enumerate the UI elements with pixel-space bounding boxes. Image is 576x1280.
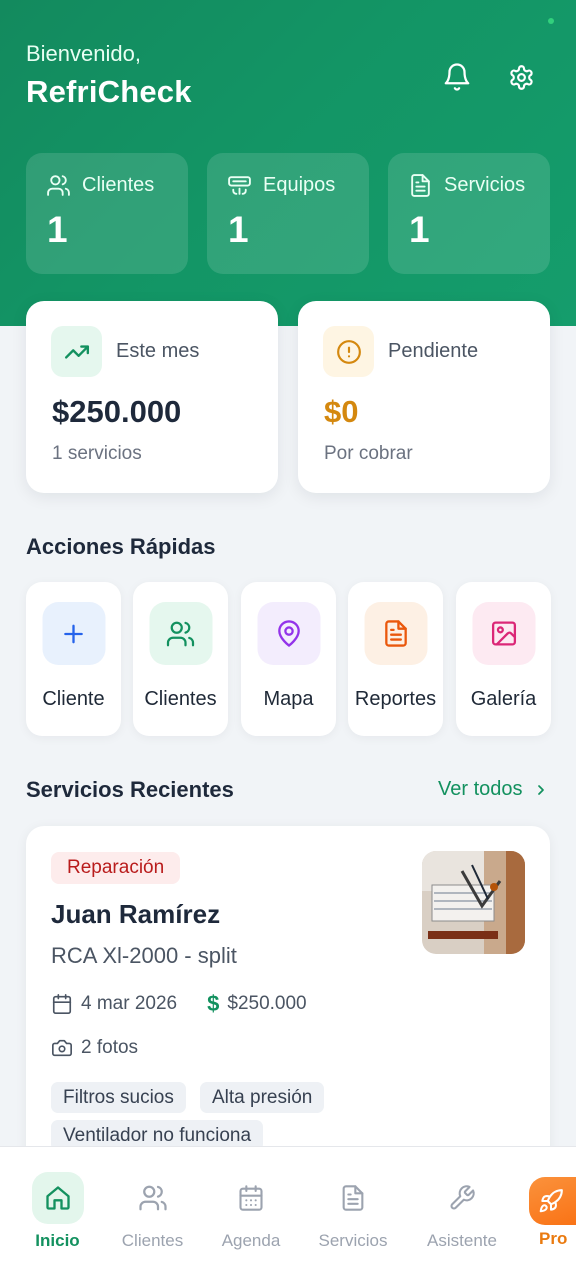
quick-action-label: Cliente — [42, 688, 105, 710]
see-all-link[interactable]: Ver todos — [438, 778, 549, 801]
rocket-icon — [539, 1189, 563, 1213]
report-icon — [384, 620, 407, 647]
stat-card-clientes[interactable]: Clientes 1 — [26, 153, 188, 274]
stat-value: 1 — [228, 209, 249, 250]
service-equipment: RCA Xl-2000 - split — [51, 943, 237, 968]
service-tag: Filtros sucios — [51, 1082, 186, 1113]
service-tag: Alta presión — [200, 1082, 325, 1113]
quick-action-label: Reportes — [354, 688, 437, 710]
map-pin-icon — [277, 620, 300, 647]
summary-card-pending[interactable]: Pendiente $0 Por cobrar — [298, 301, 550, 493]
image-icon-wrap — [472, 602, 535, 665]
users-icon-wrap — [149, 602, 212, 665]
plus-icon — [64, 624, 83, 643]
recent-services-title: Servicios Recientes — [26, 777, 234, 802]
see-all-label: Ver todos — [438, 778, 523, 800]
alert-icon-wrap — [323, 326, 374, 377]
air-conditioner-icon — [228, 176, 251, 195]
quick-action-label: Mapa — [263, 688, 314, 710]
pro-button[interactable] — [529, 1177, 576, 1225]
calendar-icon — [239, 1185, 263, 1211]
nav-clientes[interactable]: Clientes — [115, 1147, 190, 1280]
quick-action-gallery[interactable]: Galería — [456, 582, 551, 736]
settings-button[interactable] — [502, 58, 540, 96]
nav-asistente[interactable]: Asistente — [420, 1147, 504, 1280]
users-icon — [166, 621, 195, 646]
quick-action-map[interactable]: Mapa — [241, 582, 336, 736]
nav-label: Inicio — [35, 1231, 80, 1250]
app-name: RefriCheck — [26, 74, 192, 109]
service-type-badge: Reparación — [51, 852, 181, 884]
quick-action-clients[interactable]: Clientes — [133, 582, 228, 736]
calendar-icon — [52, 994, 72, 1014]
stat-value: 1 — [409, 209, 430, 250]
trending-up-icon-wrap — [51, 326, 102, 377]
quick-action-label: Clientes — [144, 688, 217, 710]
image-icon — [491, 621, 516, 646]
notifications-button[interactable] — [438, 58, 476, 96]
header-banner: Bienvenido, RefriCheck Clientes 1 Equipo… — [0, 0, 576, 326]
summary-amount: $0 — [324, 394, 359, 429]
plus-icon-wrap — [42, 602, 105, 665]
pro-label: Pro — [539, 1229, 568, 1248]
stat-label: Clientes — [82, 174, 155, 196]
bell-icon — [444, 63, 470, 91]
summary-subtitle: 1 servicios — [52, 443, 142, 464]
service-card[interactable]: Reparación Juan Ramírez RCA Xl-2000 - sp… — [26, 826, 550, 1186]
service-client-name: Juan Ramírez — [51, 899, 221, 929]
service-photos: 2 fotos — [51, 1037, 138, 1059]
stat-card-servicios[interactable]: Servicios 1 — [388, 153, 550, 274]
chevron-right-icon — [537, 784, 544, 795]
summary-card-month[interactable]: Este mes $250.000 1 servicios — [26, 301, 278, 493]
nav-label: Agenda — [221, 1231, 281, 1250]
service-meta: 4 mar 2026 $ $250.000 — [51, 991, 307, 1017]
status-dot — [548, 18, 554, 24]
wrench-icon — [450, 1185, 475, 1210]
gear-icon — [509, 64, 533, 90]
nav-label: Asistente — [427, 1231, 497, 1250]
greeting: Bienvenido, — [26, 41, 141, 66]
service-photo-thumbnail[interactable] — [422, 851, 525, 954]
users-icon — [47, 175, 70, 196]
map-icon-wrap — [257, 602, 320, 665]
stat-label: Equipos — [263, 174, 336, 196]
summary-title: Pendiente — [388, 340, 479, 362]
camera-icon — [52, 1039, 72, 1057]
document-icon — [342, 1185, 364, 1211]
report-icon-wrap — [364, 602, 427, 665]
service-date: 4 mar 2026 — [81, 993, 178, 1014]
alert-circle-icon — [336, 339, 361, 364]
summary-title: Este mes — [116, 340, 200, 362]
quick-actions-title: Acciones Rápidas — [26, 534, 216, 559]
trending-up-icon — [64, 344, 89, 359]
nav-label: Clientes — [121, 1231, 184, 1250]
stat-label: Servicios — [444, 174, 526, 196]
summary-amount: $250.000 — [52, 394, 182, 429]
nav-label: Servicios — [318, 1231, 388, 1250]
summary-subtitle: Por cobrar — [324, 443, 413, 464]
stat-value: 1 — [47, 209, 68, 250]
quick-action-new-client[interactable]: Cliente — [26, 582, 121, 736]
home-icon — [45, 1186, 70, 1210]
stat-card-equipos[interactable]: Equipos 1 — [207, 153, 369, 274]
document-icon — [411, 174, 430, 197]
nav-inicio[interactable]: Inicio — [25, 1147, 90, 1280]
quick-action-reports[interactable]: Reportes — [348, 582, 443, 736]
bottom-nav: Inicio Clientes Agenda Servicios Asisten… — [0, 1146, 576, 1280]
users-icon — [138, 1185, 167, 1211]
quick-action-label: Galería — [470, 688, 537, 710]
nav-agenda[interactable]: Agenda — [216, 1147, 286, 1280]
service-amount: $250.000 — [227, 993, 307, 1014]
nav-servicios[interactable]: Servicios — [313, 1147, 393, 1280]
dollar-icon: $ — [207, 991, 220, 1016]
service-photos-count: 2 fotos — [81, 1037, 139, 1058]
